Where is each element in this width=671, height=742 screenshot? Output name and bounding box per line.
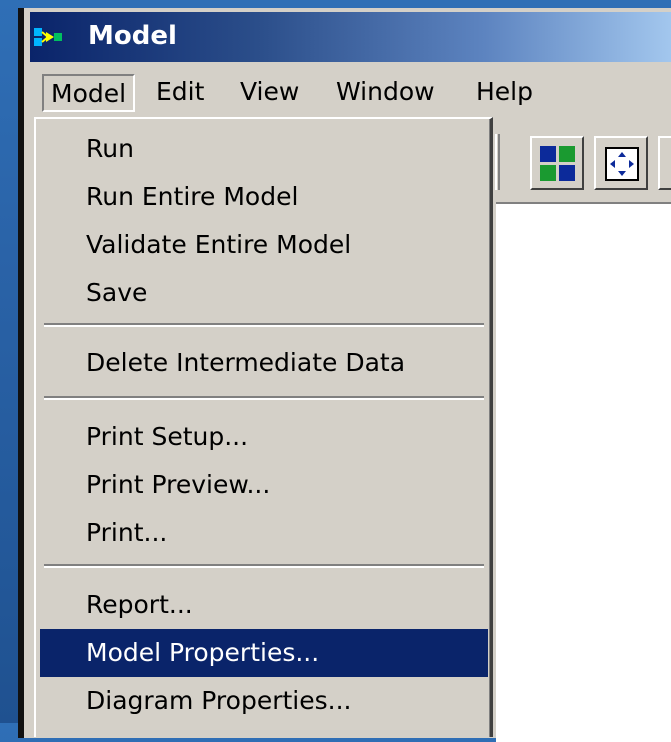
menu-item-validate-entire-model[interactable]: Validate Entire Model: [40, 221, 488, 269]
menu-item-diagram-properties[interactable]: Diagram Properties...: [40, 677, 488, 725]
menu-item-model-properties[interactable]: Model Properties...: [40, 629, 488, 677]
menu-separator: [44, 396, 484, 400]
menu-help[interactable]: Help: [476, 74, 533, 112]
menu-item-run-entire-model[interactable]: Run Entire Model: [40, 173, 488, 221]
toolbar-grip[interactable]: [495, 134, 500, 190]
model-menu-dropdown: Run Run Entire Model Validate Entire Mod…: [34, 117, 493, 737]
fit-to-window-button[interactable]: [594, 136, 648, 190]
window-title: Model: [88, 21, 177, 51]
menu-separator: [44, 323, 484, 327]
menu-item-delete-intermediate-data[interactable]: Delete Intermediate Data: [40, 339, 488, 387]
title-bar[interactable]: Model: [30, 12, 671, 62]
menu-model[interactable]: Model: [42, 74, 136, 112]
tile-windows-button[interactable]: [530, 136, 584, 190]
menu-item-report[interactable]: Report...: [40, 581, 488, 629]
menu-separator: [44, 564, 484, 568]
more-tools-button[interactable]: [658, 136, 671, 190]
diagram-canvas[interactable]: [496, 202, 671, 742]
menu-view[interactable]: View: [240, 74, 299, 112]
menu-edit[interactable]: Edit: [156, 74, 204, 112]
menu-item-print[interactable]: Print...: [40, 509, 488, 557]
menu-item-print-preview[interactable]: Print Preview...: [40, 461, 488, 509]
menu-item-print-setup[interactable]: Print Setup...: [40, 413, 488, 461]
menu-item-run[interactable]: Run: [40, 125, 488, 173]
app-icon: [34, 26, 62, 48]
menu-item-save[interactable]: Save: [40, 269, 488, 317]
menu-bar: Model Edit View Window Help: [30, 62, 671, 122]
menu-window[interactable]: Window: [336, 74, 435, 112]
